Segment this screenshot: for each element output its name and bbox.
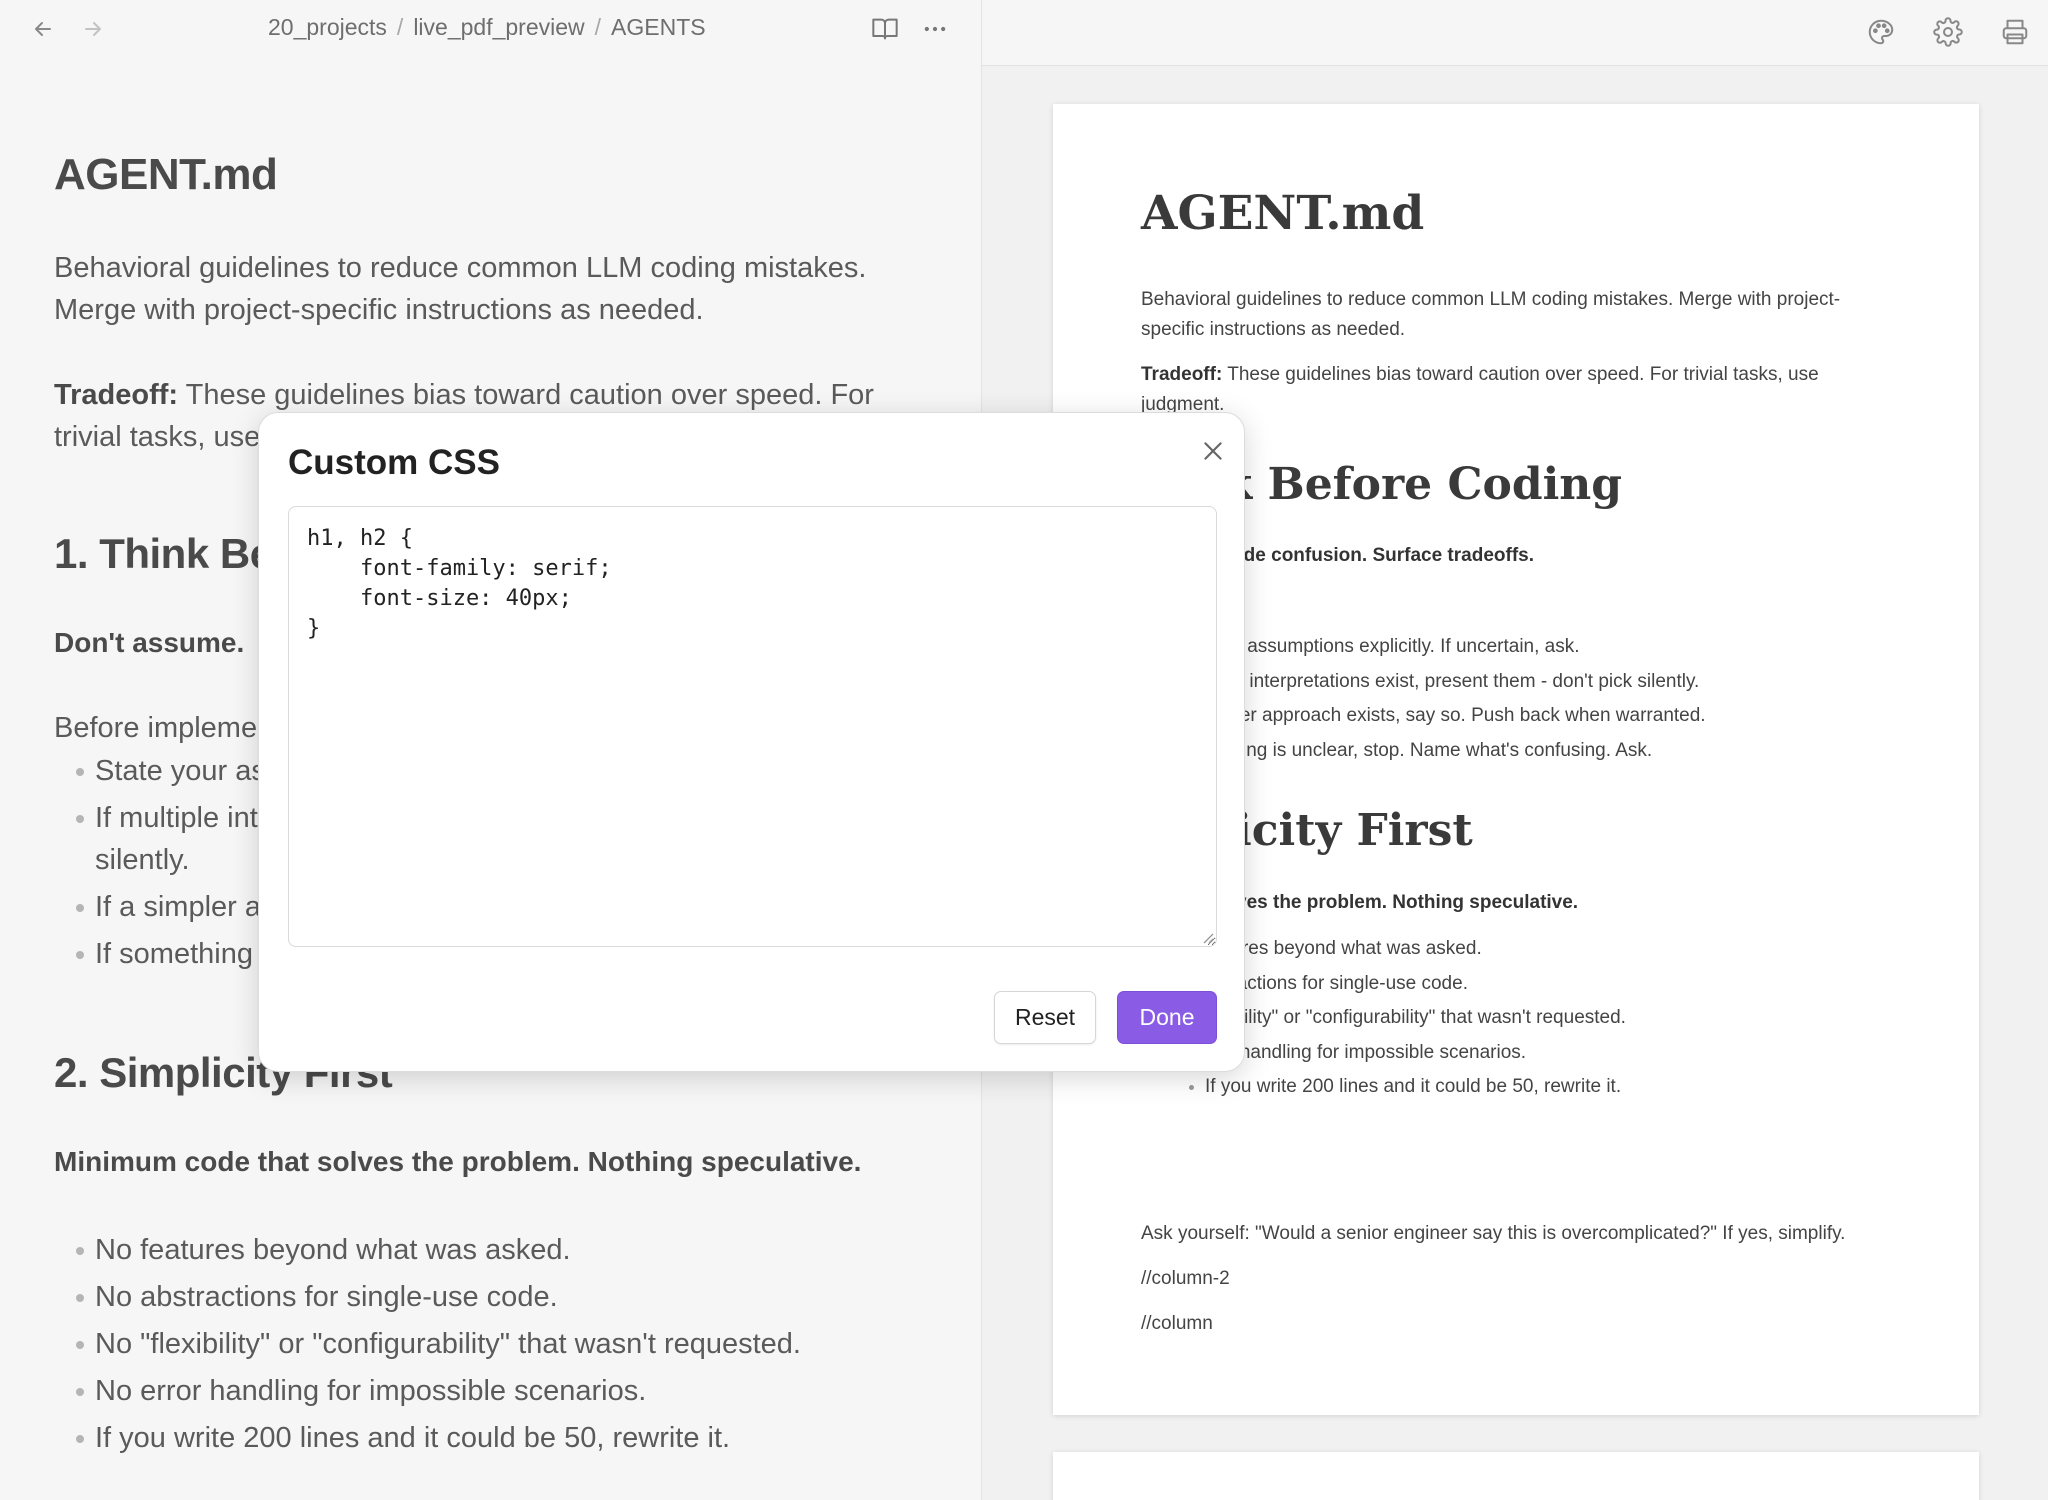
dialog-title: Custom CSS: [288, 443, 500, 482]
preview-tradeoff-text: These guidelines bias toward caution ove…: [1141, 364, 1819, 415]
list-item: your assumptions explicitly. If uncertai…: [1141, 630, 1881, 665]
palette-icon: [1868, 19, 1894, 45]
preview-tradeoff: Tradeoff: These guidelines bias toward c…: [1141, 360, 1881, 420]
reset-button[interactable]: Reset: [994, 991, 1096, 1044]
editor-section2-lead: Minimum code that solves the problem. No…: [54, 1146, 862, 1177]
preview-title: AGENT.md: [1141, 186, 1425, 241]
arrow-right-icon: [85, 22, 101, 36]
printer-icon: [2002, 19, 2028, 45]
list-item: nething is unclear, stop. Name what's co…: [1141, 734, 1881, 769]
resize-handle-icon[interactable]: [1201, 931, 1214, 944]
list-item-wrap-text: silently.: [95, 844, 190, 876]
preview-column-marker: //column: [1141, 1313, 1213, 1334]
more-options-button[interactable]: [918, 12, 952, 46]
print-button[interactable]: [1996, 13, 2034, 51]
forward-button[interactable]: [77, 13, 109, 45]
back-button[interactable]: [27, 13, 59, 45]
theme-button[interactable]: [1862, 13, 1900, 51]
list-item: No error handling for impossible scenari…: [76, 1370, 916, 1412]
preview-section2-list: eatures beyond what was asked. bstractio…: [1141, 932, 1881, 1105]
list-item: No abstractions for single-use code.: [76, 1276, 916, 1318]
editor-intro: Behavioral guidelines to reduce common L…: [54, 252, 867, 326]
css-code-editor[interactable]: h1, h2 { font-family: serif; font-size: …: [288, 506, 1217, 947]
editor-section1-lead: Don't assume.: [54, 627, 245, 658]
arrow-left-icon: [35, 22, 51, 36]
breadcrumb-item-subfolder[interactable]: live_pdf_preview: [413, 14, 584, 41]
preview-section1-before: menting:: [1141, 586, 1881, 616]
editor-title: AGENT.md: [54, 150, 278, 199]
list-item: impler approach exists, say so. Push bac…: [1141, 699, 1881, 734]
list-item: lexibility" or "configurability" that wa…: [1141, 1001, 1881, 1036]
settings-button[interactable]: [1929, 13, 1967, 51]
breadcrumb-item-folder[interactable]: 20_projects: [268, 14, 387, 41]
done-button[interactable]: Done: [1117, 991, 1217, 1044]
list-item: eatures beyond what was asked.: [1141, 932, 1881, 967]
reading-view-button[interactable]: [868, 12, 902, 46]
book-open-icon: [872, 18, 898, 40]
list-item: rror handling for impossible scenarios.: [1141, 1036, 1881, 1071]
breadcrumb-separator: /: [594, 14, 602, 40]
editor-section1-heading: 1. Think Be: [54, 530, 273, 577]
tradeoff-label: Tradeoff:: [54, 379, 179, 411]
list-item: No features beyond what was asked.: [76, 1229, 916, 1271]
preview-ask-yourself: Ask yourself: "Would a senior engineer s…: [1141, 1223, 1846, 1244]
breadcrumb: 20_projects / live_pdf_preview / AGENTS: [268, 14, 706, 41]
list-item: No "flexibility" or "configurability" th…: [76, 1323, 916, 1365]
preview-tradeoff-label: Tradeoff:: [1141, 364, 1223, 385]
preview-intro: Behavioral guidelines to reduce common L…: [1141, 289, 1841, 340]
list-item: bstractions for single-use code.: [1141, 967, 1881, 1002]
list-item: If you write 200 lines and it could be 5…: [76, 1417, 916, 1459]
close-button[interactable]: [1195, 433, 1231, 469]
gear-icon: [1933, 17, 1963, 47]
close-icon: [1204, 442, 1222, 460]
list-item: ltiple interpretations exist, present th…: [1141, 665, 1881, 700]
editor-section2-list: No features beyond what was asked. No ab…: [76, 1229, 916, 1464]
more-horizontal-icon: [924, 26, 946, 32]
list-item: If you write 200 lines and it could be 5…: [1141, 1070, 1881, 1105]
preview-section1-list: your assumptions explicitly. If uncertai…: [1141, 630, 1881, 768]
pdf-page: [1053, 1452, 1979, 1500]
editor-toolbar: 20_projects / live_pdf_preview / AGENTS: [0, 0, 981, 60]
preview-toolbar: [982, 0, 2048, 66]
breadcrumb-item-file[interactable]: AGENTS: [611, 14, 706, 41]
breadcrumb-separator: /: [396, 14, 404, 40]
custom-css-dialog: Custom CSS h1, h2 { font-family: serif; …: [258, 412, 1245, 1072]
preview-column-marker: //column-2: [1141, 1268, 1230, 1289]
